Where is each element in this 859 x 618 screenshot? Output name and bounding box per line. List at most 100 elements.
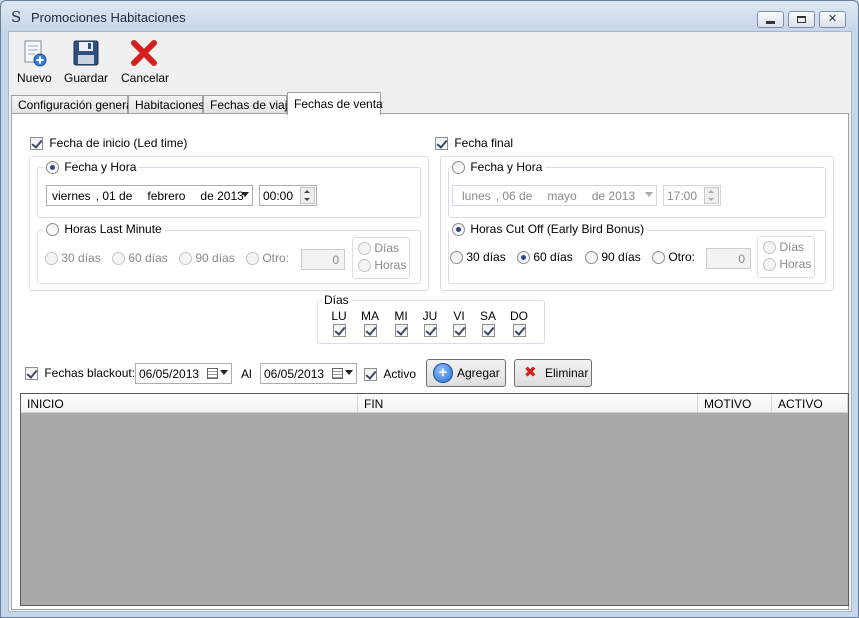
end-option-60[interactable]: 60 días [517, 250, 573, 265]
maximize-button[interactable] [788, 11, 815, 28]
start-option-90-radio[interactable] [179, 252, 192, 266]
blackout-active-row[interactable]: Activo [364, 367, 417, 382]
end-option-other-radio[interactable] [652, 251, 665, 265]
chevron-down-icon[interactable] [645, 192, 653, 197]
grid-header-activo[interactable]: ACTIVO [772, 394, 848, 413]
day-do[interactable]: DO [506, 309, 532, 338]
start-date-checkbox[interactable] [30, 137, 43, 151]
calendar-icon[interactable] [332, 368, 343, 379]
start-date-weekday: viernes [52, 189, 91, 203]
start-unit-hours-radio[interactable] [358, 259, 371, 273]
start-lastminute-radio-button[interactable] [46, 223, 59, 237]
blackout-checkbox[interactable] [25, 367, 38, 381]
end-option-60-radio[interactable] [517, 251, 530, 265]
start-option-30[interactable]: 30 días [45, 251, 101, 266]
blackout-checkbox-row[interactable]: Fechas blackout: [25, 366, 135, 381]
grid-header-inicio[interactable]: INICIO [21, 394, 358, 413]
end-option-90-radio[interactable] [585, 251, 598, 265]
tab-configuracion-general[interactable]: Configuración general [11, 95, 135, 115]
end-datetime-radio[interactable]: Fecha y Hora [449, 160, 546, 175]
end-date-picker[interactable]: lunes , 06 de mayo de 2013 [452, 185, 657, 206]
end-datetime-radio-button[interactable] [452, 161, 465, 175]
blackout-active-checkbox[interactable] [364, 368, 377, 382]
day-ma-checkbox[interactable] [363, 324, 377, 338]
day-lu-checkbox[interactable] [332, 324, 346, 338]
day-mi[interactable]: MI [388, 309, 414, 338]
end-cutoff-radio[interactable]: Horas Cut Off (Early Bird Bonus) [449, 222, 648, 237]
blackout-active-label: Activo [383, 367, 417, 381]
start-lastminute-radio[interactable]: Horas Last Minute [43, 222, 165, 237]
end-unit-hours-label: Horas [779, 257, 812, 271]
end-date-checkbox-row[interactable]: Fecha final [435, 136, 513, 151]
end-date-month: mayo [547, 189, 577, 203]
blackout-to-date[interactable]: 06/05/2013 [260, 363, 357, 384]
grid-header-motivo[interactable]: MOTIVO [698, 394, 772, 413]
end-unit-hours[interactable]: Horas [763, 257, 812, 272]
day-ma[interactable]: MA [357, 309, 383, 338]
client-area: Nuevo Guardar Cancelar Configuración gen… [8, 31, 852, 612]
start-option-90[interactable]: 90 días [179, 251, 235, 266]
day-vi[interactable]: VI [446, 309, 472, 338]
end-option-30[interactable]: 30 días [450, 250, 506, 265]
new-button[interactable]: Nuevo [17, 38, 52, 85]
day-do-checkbox[interactable] [512, 324, 526, 338]
cancel-button[interactable]: Cancelar [121, 38, 169, 85]
start-lastminute-label: Horas Last Minute [64, 222, 162, 236]
chevron-down-icon[interactable] [241, 192, 249, 197]
end-option-90[interactable]: 90 días [585, 250, 641, 265]
day-ju[interactable]: JU [417, 309, 443, 338]
minimize-button[interactable] [757, 11, 784, 28]
day-lu[interactable]: LU [326, 309, 352, 338]
start-option-90-label: 90 días [195, 251, 235, 265]
tab-fechas-de-venta[interactable]: Fechas de venta [287, 92, 383, 115]
end-date-checkbox[interactable] [435, 137, 448, 151]
add-blackout-button[interactable]: + Agregar [426, 359, 506, 387]
tab-habitaciones[interactable]: Habitaciones [128, 95, 204, 115]
end-cutoff-radio-button[interactable] [452, 223, 465, 237]
day-ju-checkbox[interactable] [423, 324, 437, 338]
start-date-month: febrero [147, 189, 186, 203]
day-sa-checkbox[interactable] [481, 324, 495, 338]
start-datetime-label: Fecha y Hora [64, 160, 137, 174]
days-row: LU MA MI JU VI SA DO [326, 309, 540, 341]
start-option-60-radio[interactable] [112, 252, 125, 266]
title-bar[interactable]: S Promociones Habitaciones ✕ [1, 1, 858, 31]
day-mi-checkbox[interactable] [394, 324, 408, 338]
start-date-picker[interactable]: viernes , 01 de febrero de 2013 [46, 185, 253, 206]
start-option-60[interactable]: 60 días [112, 251, 168, 266]
start-date-checkbox-row[interactable]: Fecha de inicio (Led time) [30, 136, 187, 151]
chevron-down-icon[interactable] [220, 370, 228, 375]
day-vi-label: VI [453, 309, 465, 323]
blackout-grid[interactable]: INICIO FIN MOTIVO ACTIVO [20, 393, 849, 606]
grid-header-fin[interactable]: FIN [358, 394, 698, 413]
end-unit-days-radio[interactable] [763, 241, 776, 255]
start-datetime-radio-button[interactable] [46, 161, 59, 175]
start-other-value-field[interactable]: 0 [301, 249, 345, 270]
end-unit-hours-radio[interactable] [763, 258, 776, 272]
day-vi-checkbox[interactable] [452, 324, 466, 338]
end-option-other[interactable]: Otro: [652, 250, 695, 265]
close-button[interactable]: ✕ [819, 11, 846, 28]
end-option-30-radio[interactable] [450, 251, 463, 265]
tab-fechas-de-viaje[interactable]: Fechas de viaje [203, 95, 294, 115]
chevron-down-icon[interactable] [345, 370, 353, 375]
start-datetime-radio[interactable]: Fecha y Hora [43, 160, 140, 175]
delete-blackout-button[interactable]: ✖ Eliminar [514, 359, 592, 387]
start-unit-hours[interactable]: Horas [358, 258, 406, 273]
calendar-icon[interactable] [207, 368, 218, 379]
start-time-spinner-icon[interactable] [300, 187, 315, 204]
end-time-field[interactable]: 17:00 [663, 185, 721, 206]
start-option-30-radio[interactable] [45, 252, 58, 266]
save-button[interactable]: Guardar [64, 38, 108, 85]
start-unit-days-radio[interactable] [358, 242, 371, 256]
start-unit-days[interactable]: Días [358, 241, 399, 256]
end-other-value-field[interactable]: 0 [706, 248, 751, 269]
start-option-other-radio[interactable] [246, 252, 259, 266]
blackout-from-date[interactable]: 06/05/2013 [135, 363, 232, 384]
end-unit-days[interactable]: Días [763, 240, 804, 255]
start-option-other[interactable]: Otro: [246, 251, 289, 266]
start-time-field[interactable]: 00:00 [259, 185, 317, 206]
start-time-value: 00:00 [263, 189, 294, 203]
end-time-spinner-icon[interactable] [704, 187, 719, 204]
day-sa[interactable]: SA [475, 309, 501, 338]
